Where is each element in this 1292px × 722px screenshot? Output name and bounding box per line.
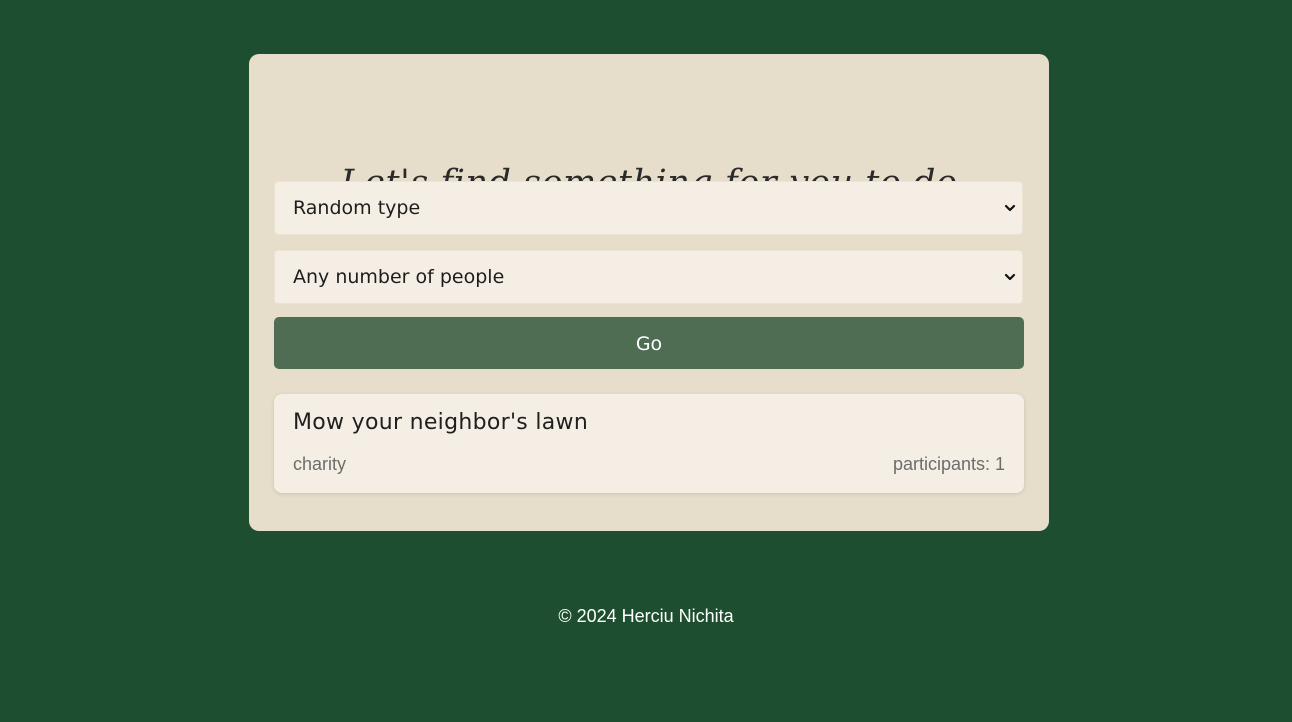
- type-select-value: Random type: [293, 197, 421, 219]
- activity-card: Let's find something for you to do Rando…: [249, 54, 1049, 531]
- activity-type: charity: [293, 454, 347, 474]
- activity-name: Mow your neighbor's lawn: [293, 410, 589, 435]
- type-select[interactable]: Random type: [274, 181, 1023, 235]
- footer-copyright: © 2024 Herciu Nichita: [558, 606, 734, 626]
- participants-select-value: Any number of people: [293, 266, 505, 288]
- go-button[interactable]: Go: [274, 317, 1024, 369]
- chevron-down-icon: [1004, 273, 1016, 281]
- participants-select[interactable]: Any number of people: [274, 250, 1023, 304]
- chevron-down-icon: [1004, 204, 1016, 212]
- activity-result: Mow your neighbor's lawn charity partici…: [274, 394, 1024, 493]
- activity-participants: participants: 1: [892, 454, 1005, 474]
